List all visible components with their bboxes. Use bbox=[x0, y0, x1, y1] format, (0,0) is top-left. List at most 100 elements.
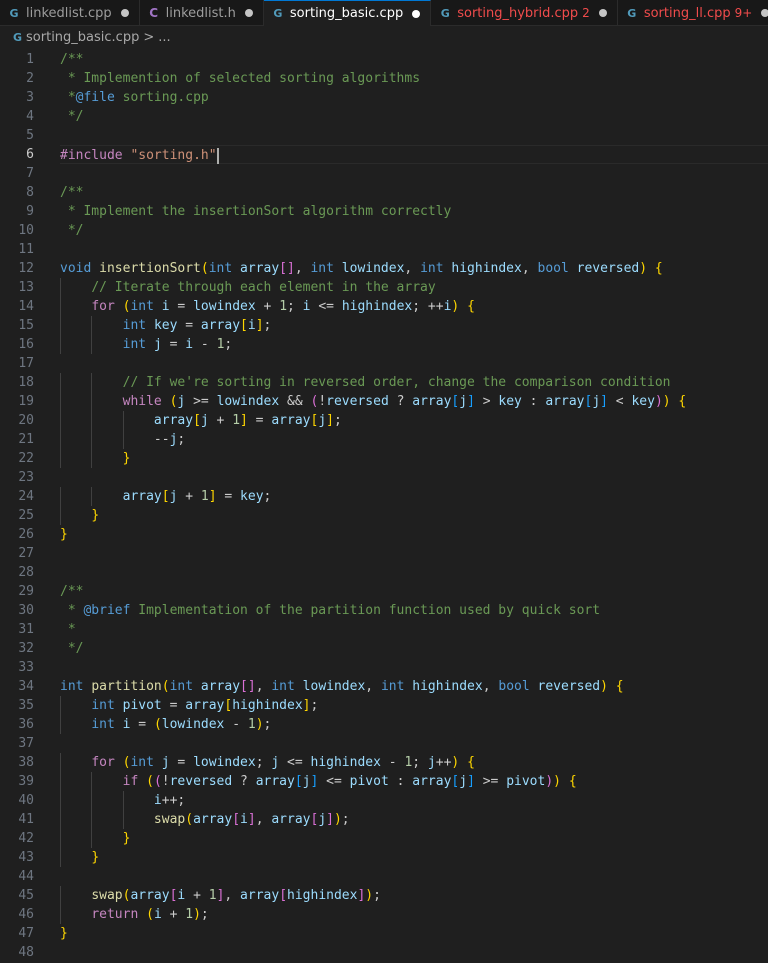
tab-sorting-ll-cpp[interactable]: G sorting_ll.cpp 9+ bbox=[618, 0, 768, 26]
code-line[interactable]: 18 // If we're sorting in reversed order… bbox=[0, 373, 768, 392]
code-text: int key = array[i]; bbox=[60, 316, 768, 335]
code-line[interactable]: 1 /** bbox=[0, 50, 768, 69]
code-text: } bbox=[60, 527, 68, 542]
code-line[interactable]: 46 return (i + 1); bbox=[0, 905, 768, 924]
problem-count-badge: 2 bbox=[582, 6, 590, 20]
line-number: 6 bbox=[26, 147, 34, 162]
code-line[interactable]: 9 * Implement the insertionSort algorith… bbox=[0, 202, 768, 221]
code-line[interactable]: 2 * Implemention of selected sorting alg… bbox=[0, 69, 768, 88]
code-text: for (int j = lowindex; j <= highindex - … bbox=[60, 753, 768, 772]
breadcrumb-symbols[interactable]: ... bbox=[158, 30, 170, 45]
cpp-file-icon: G bbox=[9, 6, 19, 20]
code-line[interactable]: 35 int pivot = array[highindex]; bbox=[0, 696, 768, 715]
line-number: 36 bbox=[18, 717, 34, 732]
code-line[interactable]: 42 } bbox=[0, 829, 768, 848]
code-line[interactable]: 3 *@file sorting.cpp bbox=[0, 88, 768, 107]
code-line[interactable]: 41 swap(array[i], array[j]); bbox=[0, 810, 768, 829]
code-text: i++; bbox=[60, 791, 768, 810]
code-line[interactable]: 11 bbox=[0, 240, 768, 259]
code-text: array[j + 1] = array[j]; bbox=[60, 411, 768, 430]
code-line[interactable]: 45 swap(array[i + 1], array[highindex]); bbox=[0, 886, 768, 905]
code-line[interactable]: 24 array[j + 1] = key; bbox=[0, 487, 768, 506]
line-number: 21 bbox=[18, 432, 34, 447]
code-line[interactable]: 5 bbox=[0, 126, 768, 145]
code-line[interactable]: 36 int i = (lowindex - 1); bbox=[0, 715, 768, 734]
code-line[interactable]: 37 bbox=[0, 734, 768, 753]
code-line[interactable]: 19 while (j >= lowindex && (!reversed ? … bbox=[0, 392, 768, 411]
line-number: 41 bbox=[18, 812, 34, 827]
code-line[interactable]: 47} bbox=[0, 924, 768, 943]
code-line[interactable]: 43 } bbox=[0, 848, 768, 867]
code-line[interactable]: 25 } bbox=[0, 506, 768, 525]
tab-sorting-basic-cpp[interactable]: G sorting_basic.cpp bbox=[263, 0, 432, 26]
code-line[interactable]: 22 } bbox=[0, 449, 768, 468]
unsaved-dot-icon[interactable] bbox=[412, 9, 421, 18]
line-number: 48 bbox=[18, 945, 34, 960]
code-line[interactable]: 10 */ bbox=[0, 221, 768, 240]
tab-bar: G linkedlist.cpp C linkedlist.h G sortin… bbox=[0, 0, 768, 26]
unsaved-dot-icon[interactable] bbox=[120, 9, 129, 17]
code-line[interactable]: 34 int partition(int array[], int lowinde… bbox=[0, 677, 768, 696]
line-number: 30 bbox=[18, 603, 34, 618]
code-line[interactable]: 20 array[j + 1] = array[j]; bbox=[0, 411, 768, 430]
code-line[interactable]: 26} bbox=[0, 525, 768, 544]
code-line[interactable]: 28 bbox=[0, 563, 768, 582]
code-line[interactable]: 31 * bbox=[0, 620, 768, 639]
code-line[interactable]: 27 bbox=[0, 544, 768, 563]
tab-linkedlist-h[interactable]: C linkedlist.h bbox=[140, 0, 264, 26]
tab-sorting-hybrid-cpp[interactable]: G sorting_hybrid.cpp 2 bbox=[431, 0, 618, 26]
code-line[interactable]: 40 i++; bbox=[0, 791, 768, 810]
code-line[interactable]: 15 int key = array[i]; bbox=[0, 316, 768, 335]
line-number: 20 bbox=[18, 413, 34, 428]
code-line[interactable]: 44 bbox=[0, 867, 768, 886]
code-line[interactable]: 7 bbox=[0, 164, 768, 183]
code-line[interactable]: 48 bbox=[0, 943, 768, 962]
code-line[interactable]: 17 bbox=[0, 354, 768, 373]
line-number: 31 bbox=[18, 622, 34, 637]
line-number: 27 bbox=[18, 546, 34, 561]
code-editor[interactable]: 1 /** 2 * Implemention of selected sorting… bbox=[0, 50, 768, 962]
code-text: * bbox=[60, 622, 76, 637]
code-line[interactable]: 39 if ((!reversed ? array[j] <= pivot : … bbox=[0, 772, 768, 791]
code-line[interactable]: 4 */ bbox=[0, 107, 768, 126]
unsaved-dot-icon[interactable] bbox=[761, 9, 768, 17]
code-text: swap(array[i + 1], array[highindex]); bbox=[60, 886, 768, 905]
breadcrumb-file[interactable]: sorting_basic.cpp bbox=[26, 30, 139, 45]
code-line[interactable]: 29 /** bbox=[0, 582, 768, 601]
code-line[interactable]: 21 --j; bbox=[0, 430, 768, 449]
code-line[interactable]: 6 #include "sorting.h" bbox=[0, 145, 768, 164]
line-number: 10 bbox=[18, 223, 34, 238]
line-number: 25 bbox=[18, 508, 34, 523]
chevron-right-icon: > bbox=[143, 29, 155, 45]
line-number: 12 bbox=[18, 261, 34, 276]
code-line[interactable]: 16 int j = i - 1; bbox=[0, 335, 768, 354]
line-number: 5 bbox=[26, 128, 34, 143]
breadcrumb: G sorting_basic.cpp > ... bbox=[0, 26, 768, 48]
code-line[interactable]: 13 // Iterate through each element in th… bbox=[0, 278, 768, 297]
line-number: 42 bbox=[18, 831, 34, 846]
code-line[interactable]: 23 bbox=[0, 468, 768, 487]
code-line[interactable]: 30 * @brief Implementation of the partit… bbox=[0, 601, 768, 620]
unsaved-dot-icon[interactable] bbox=[244, 9, 253, 17]
line-number: 39 bbox=[18, 774, 34, 789]
line-number: 29 bbox=[18, 584, 34, 599]
unsaved-dot-icon[interactable] bbox=[598, 9, 607, 17]
line-number: 37 bbox=[18, 736, 34, 751]
tab-label: linkedlist.h bbox=[165, 5, 236, 21]
code-line[interactable]: 8 /** bbox=[0, 183, 768, 202]
line-number: 2 bbox=[26, 71, 34, 86]
code-line[interactable]: 12 void insertionSort(int array[], int lo… bbox=[0, 259, 768, 278]
line-number: 17 bbox=[18, 356, 34, 371]
code-line[interactable]: 32 */ bbox=[0, 639, 768, 658]
code-text: int j = i - 1; bbox=[60, 335, 768, 354]
code-text: // Iterate through each element in the a… bbox=[60, 278, 768, 297]
code-line[interactable]: 14 for (int i = lowindex + 1; i <= highi… bbox=[0, 297, 768, 316]
code-line[interactable]: 38 for (int j = lowindex; j <= highindex… bbox=[0, 753, 768, 772]
tab-linkedlist-cpp[interactable]: G linkedlist.cpp bbox=[0, 0, 140, 26]
code-line[interactable]: 33 bbox=[0, 658, 768, 677]
code-text: /** bbox=[60, 52, 84, 67]
line-number: 15 bbox=[18, 318, 34, 333]
line-number: 34 bbox=[18, 679, 34, 694]
